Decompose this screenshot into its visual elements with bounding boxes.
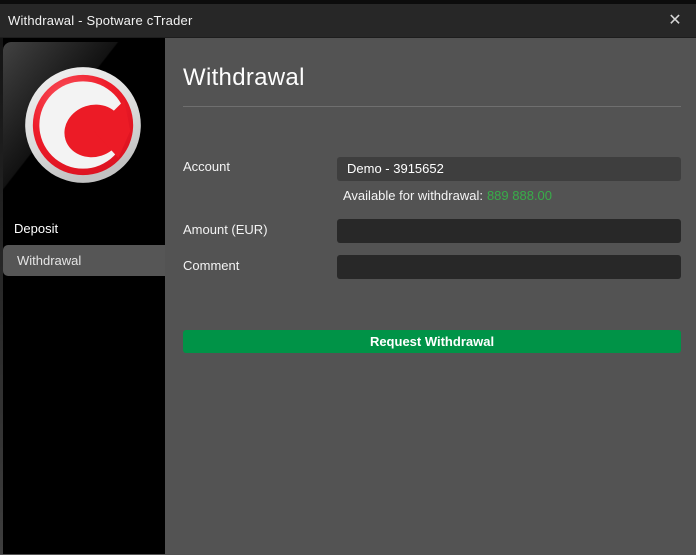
- ctrader-logo-tile: [3, 42, 163, 212]
- close-icon[interactable]: ✕: [664, 10, 686, 32]
- account-value: Demo - 3915652: [347, 161, 444, 176]
- sidebar-item-label: Deposit: [14, 221, 58, 236]
- request-withdrawal-button[interactable]: Request Withdrawal: [183, 330, 681, 353]
- page-title: Withdrawal: [183, 64, 305, 92]
- ctrader-logo-icon: [24, 66, 142, 184]
- available-for-withdrawal: Available for withdrawal: 889 888.00: [343, 188, 552, 203]
- comment-label: Comment: [183, 258, 239, 273]
- available-label: Available for withdrawal:: [343, 188, 483, 203]
- window-title: Withdrawal - Spotware cTrader: [8, 13, 664, 28]
- title-bar: Withdrawal - Spotware cTrader ✕: [0, 4, 696, 38]
- sidebar-item-label: Withdrawal: [17, 253, 81, 268]
- comment-input[interactable]: [337, 255, 681, 279]
- sidebar-nav: Deposit Withdrawal: [0, 213, 165, 276]
- sidebar: Deposit Withdrawal: [0, 38, 165, 554]
- heading-divider: [183, 106, 681, 107]
- main-panel: Withdrawal Account Demo - 3915652 Availa…: [165, 38, 696, 554]
- available-amount: 889 888.00: [487, 188, 552, 203]
- amount-input[interactable]: [337, 219, 681, 243]
- account-label: Account: [183, 159, 230, 174]
- sidebar-item-deposit[interactable]: Deposit: [0, 213, 165, 245]
- account-select[interactable]: Demo - 3915652: [337, 157, 681, 181]
- amount-label: Amount (EUR): [183, 222, 268, 237]
- sidebar-item-withdrawal[interactable]: Withdrawal: [3, 245, 165, 276]
- dialog-body: Deposit Withdrawal Withdrawal Account De…: [0, 38, 696, 554]
